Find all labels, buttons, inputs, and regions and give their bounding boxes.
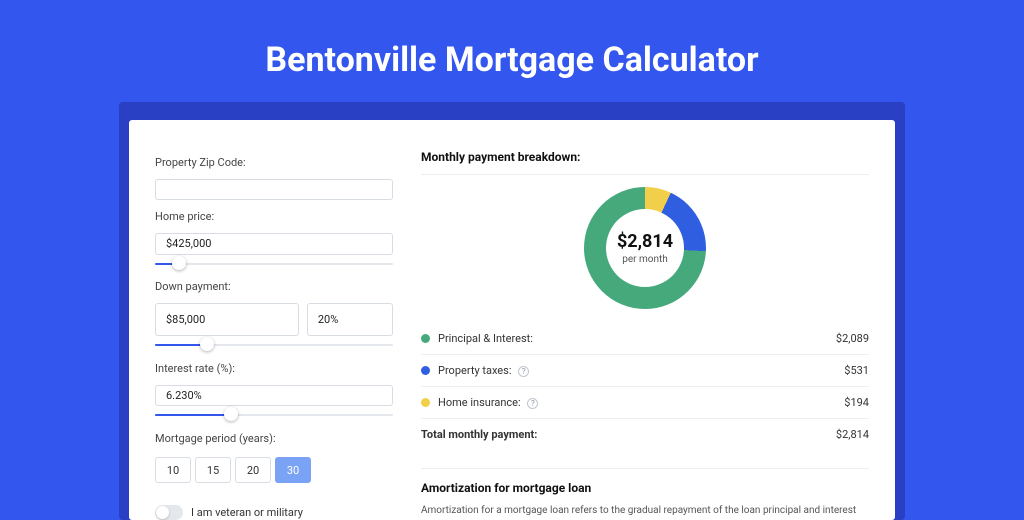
- row-value: $531: [844, 364, 869, 377]
- row-label: Home insurance: ?: [438, 396, 844, 409]
- period-30-button[interactable]: 30: [275, 457, 311, 483]
- inputs-panel: Property Zip Code: Home price: Down paym…: [155, 150, 393, 520]
- interest-rate-slider[interactable]: [155, 412, 393, 416]
- row-value: $2,089: [836, 332, 869, 345]
- down-payment-pct-input[interactable]: [307, 303, 393, 336]
- period-20-button[interactable]: 20: [235, 457, 271, 483]
- calculator-card: Property Zip Code: Home price: Down paym…: [129, 120, 895, 520]
- home-price-slider[interactable]: [155, 261, 393, 265]
- row-label: Property taxes: ?: [438, 364, 844, 377]
- period-15-button[interactable]: 15: [195, 457, 231, 483]
- payment-donut-chart: $2,814 per month: [584, 187, 706, 309]
- amortization-section: Amortization for mortgage loan Amortizat…: [421, 468, 869, 520]
- row-home-insurance: Home insurance: ? $194: [421, 386, 869, 418]
- down-payment-slider[interactable]: [155, 342, 393, 346]
- row-value: $194: [844, 396, 869, 409]
- veteran-toggle[interactable]: [155, 505, 183, 520]
- mortgage-period-label: Mortgage period (years):: [155, 432, 393, 445]
- dot-icon: [421, 366, 430, 375]
- amortization-title: Amortization for mortgage loan: [421, 481, 869, 503]
- page-title: Bentonville Mortgage Calculator: [0, 0, 1024, 102]
- card-outer: Property Zip Code: Home price: Down paym…: [119, 102, 905, 520]
- row-total: Total monthly payment: $2,814: [421, 418, 869, 450]
- mortgage-period-group: 10 15 20 30: [155, 457, 393, 483]
- breakdown-panel: Monthly payment breakdown: $2,814 per mo…: [421, 150, 869, 520]
- veteran-label: I am veteran or military: [191, 506, 303, 519]
- donut-sub: per month: [617, 254, 673, 265]
- dot-icon: [421, 334, 430, 343]
- row-label: Principal & Interest:: [438, 332, 836, 345]
- total-value: $2,814: [836, 428, 869, 441]
- down-payment-amount-input[interactable]: [155, 303, 299, 336]
- home-price-input[interactable]: [155, 233, 393, 254]
- zip-label: Property Zip Code:: [155, 156, 393, 169]
- info-icon[interactable]: ?: [518, 366, 529, 377]
- zip-input[interactable]: [155, 179, 393, 200]
- down-payment-label: Down payment:: [155, 280, 393, 293]
- interest-rate-input[interactable]: [155, 385, 393, 406]
- row-property-taxes: Property taxes: ? $531: [421, 354, 869, 386]
- info-icon[interactable]: ?: [527, 398, 538, 409]
- dot-icon: [421, 398, 430, 407]
- row-principal-interest: Principal & Interest: $2,089: [421, 323, 869, 354]
- breakdown-title: Monthly payment breakdown:: [421, 150, 869, 175]
- home-price-label: Home price:: [155, 210, 393, 223]
- interest-rate-label: Interest rate (%):: [155, 362, 393, 375]
- total-label: Total monthly payment:: [421, 428, 836, 441]
- period-10-button[interactable]: 10: [155, 457, 191, 483]
- donut-amount: $2,814: [617, 231, 673, 252]
